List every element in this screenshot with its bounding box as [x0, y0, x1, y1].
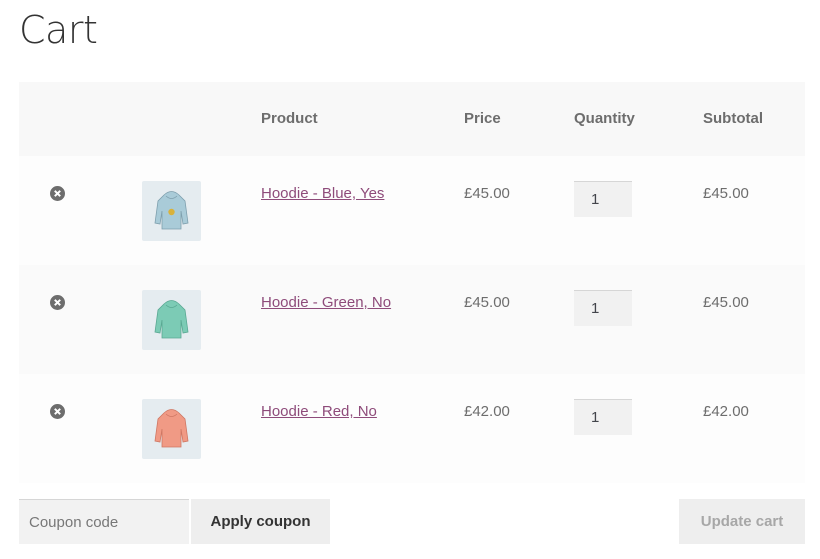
product-name-link[interactable]: Hoodie - Blue, Yes [261, 185, 384, 202]
table-header: Product Price Quantity Subtotal [19, 82, 805, 156]
product-name-link[interactable]: Hoodie - Red, No [261, 403, 377, 420]
header-subtotal: Subtotal [703, 110, 763, 127]
remove-circle-x-icon [54, 299, 61, 306]
product-thumbnail[interactable] [142, 399, 201, 459]
product-thumbnail[interactable] [142, 290, 201, 350]
product-thumbnail[interactable] [142, 181, 201, 241]
cart-page: Cart Product Price Quantity Subtotal Hoo… [0, 0, 820, 559]
hoodie-icon [154, 409, 189, 448]
apply-coupon-button[interactable]: Apply coupon [191, 499, 330, 544]
quantity-input[interactable] [574, 399, 632, 435]
product-name-link[interactable]: Hoodie - Green, No [261, 294, 391, 311]
product-subtotal: £42.00 [703, 403, 749, 420]
product-subtotal: £45.00 [703, 294, 749, 311]
quantity-input[interactable] [574, 181, 632, 217]
remove-circle-x-icon [54, 190, 61, 197]
remove-item-button[interactable] [50, 404, 65, 419]
product-price: £45.00 [464, 185, 510, 202]
header-product: Product [261, 110, 318, 127]
cart-item-row: Hoodie - Green, No £45.00 £45.00 [19, 265, 805, 374]
cart-table: Product Price Quantity Subtotal Hoodie - [19, 82, 805, 483]
header-quantity: Quantity [574, 110, 635, 127]
hoodie-icon [154, 191, 189, 230]
remove-item-button[interactable] [50, 186, 65, 201]
cart-item-row: Hoodie - Red, No £42.00 £42.00 [19, 374, 805, 483]
quantity-input[interactable] [574, 290, 632, 326]
cart-actions: Apply coupon Update cart [19, 499, 805, 544]
update-cart-button[interactable]: Update cart [679, 499, 805, 544]
coupon-code-input[interactable] [19, 499, 189, 544]
product-price: £42.00 [464, 403, 510, 420]
cart-item-row: Hoodie - Blue, Yes £45.00 £45.00 [19, 156, 805, 265]
remove-circle-x-icon [54, 408, 61, 415]
header-price: Price [464, 110, 501, 127]
hoodie-icon [154, 300, 189, 339]
remove-item-button[interactable] [50, 295, 65, 310]
page-title: Cart [19, 8, 98, 52]
product-price: £45.00 [464, 294, 510, 311]
product-subtotal: £45.00 [703, 185, 749, 202]
